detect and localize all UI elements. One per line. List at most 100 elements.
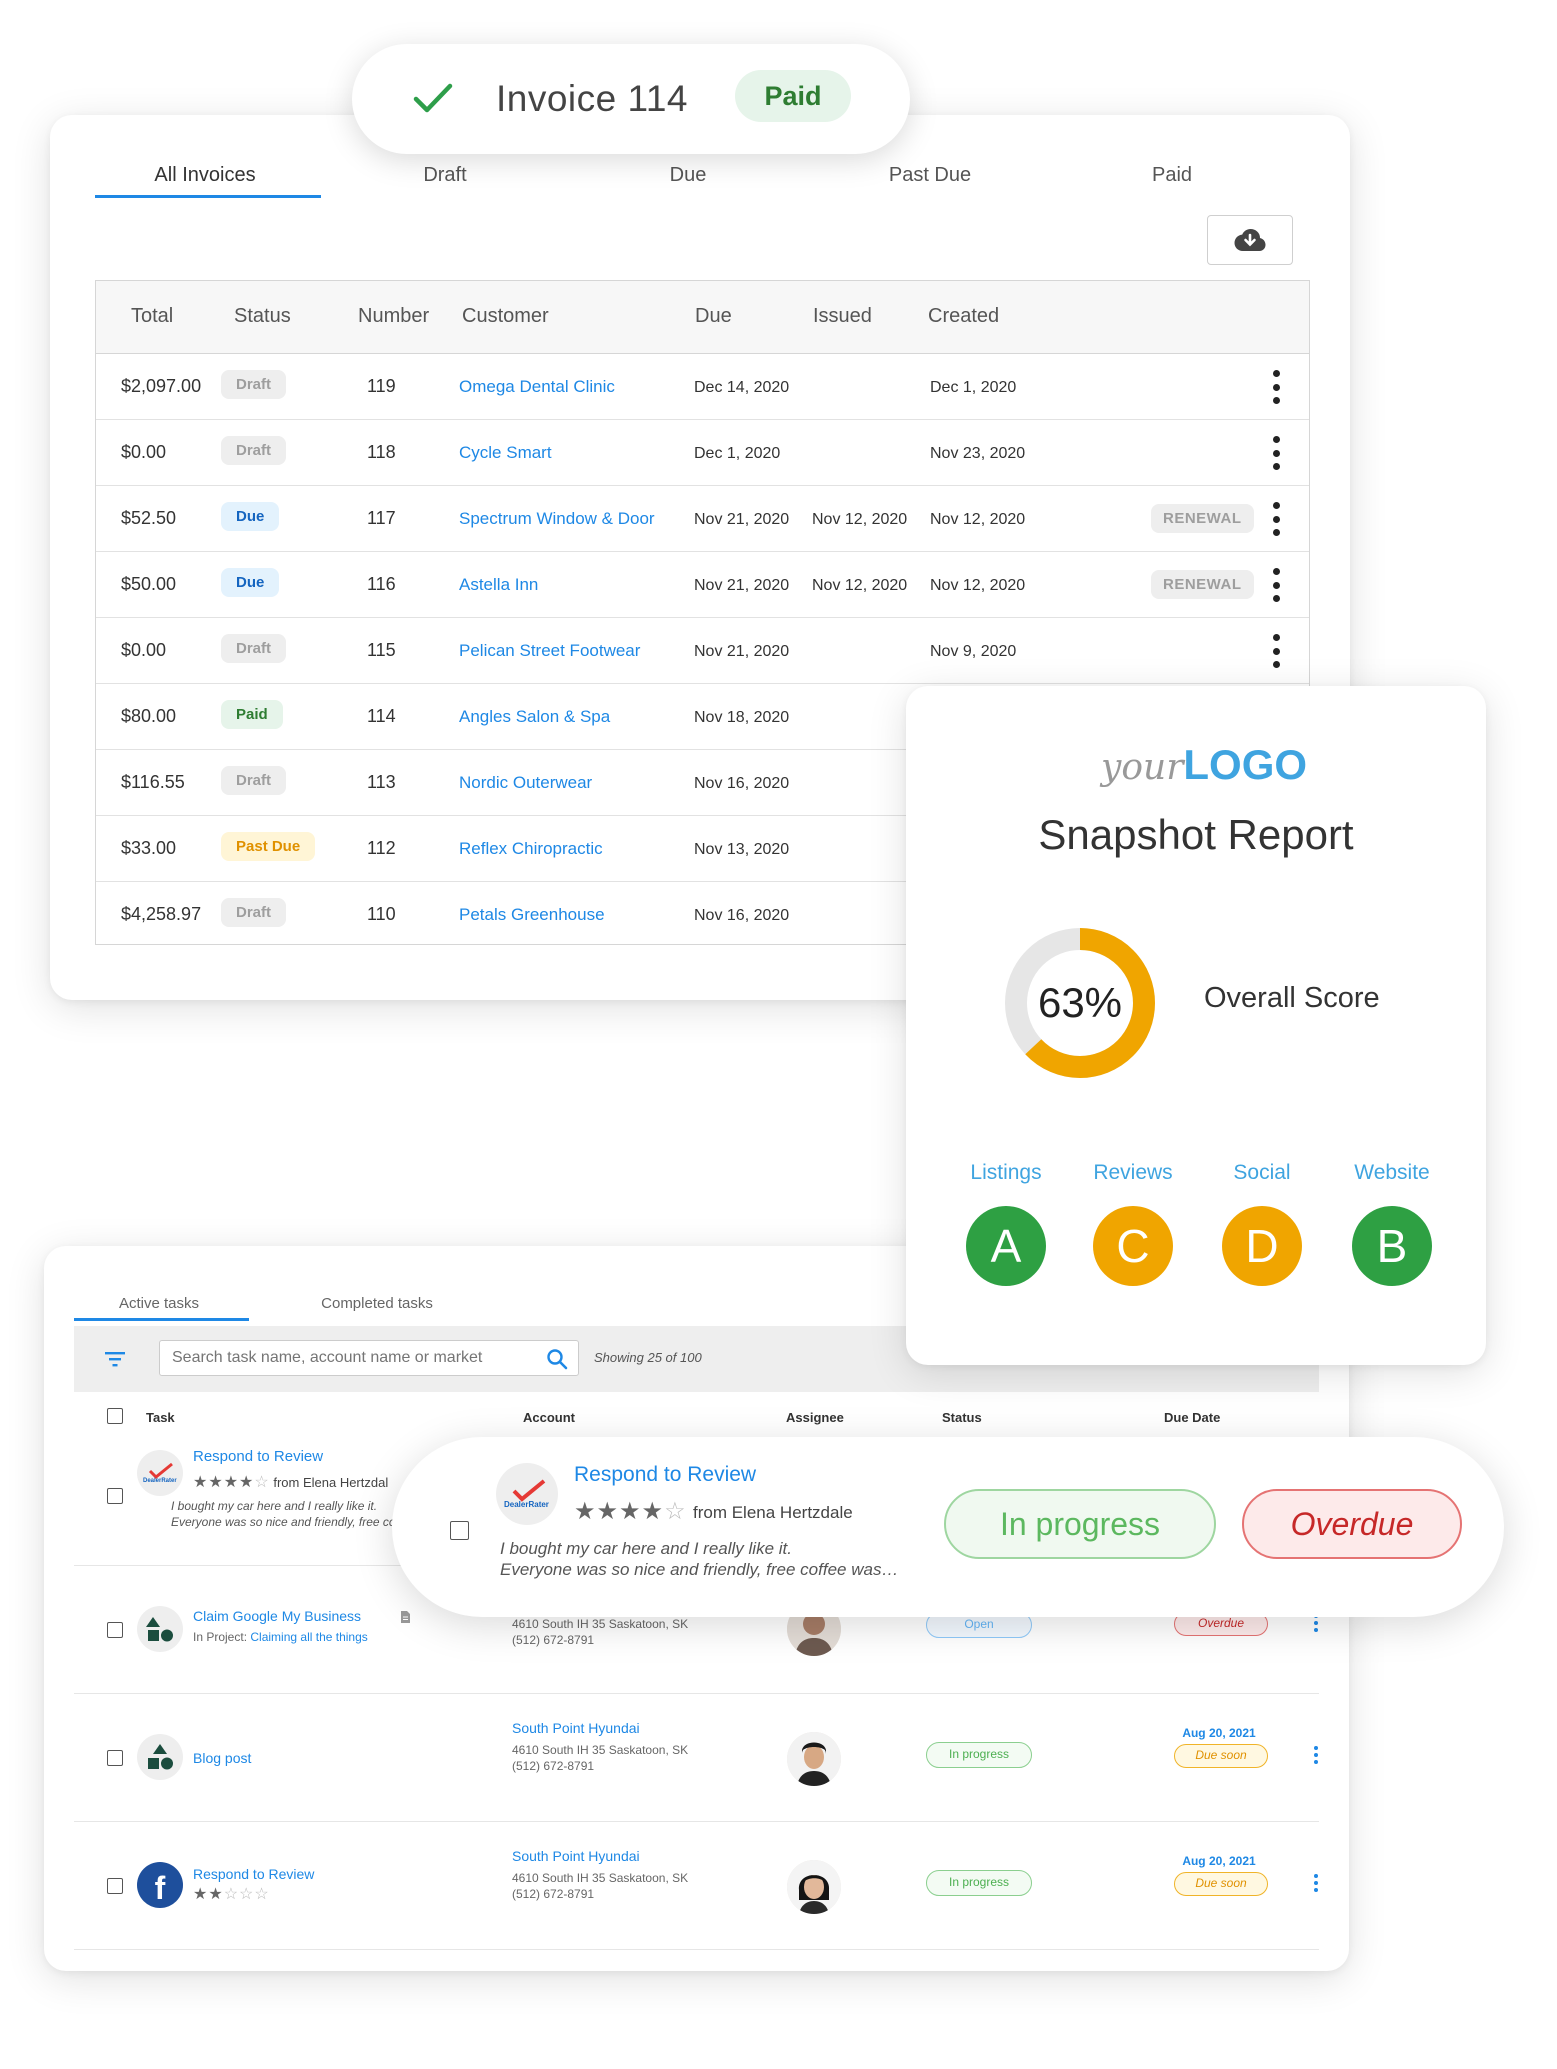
tab-past-due[interactable]: Past Due <box>820 155 1040 195</box>
header-account[interactable]: Account <box>523 1410 575 1425</box>
status-badge: Draft <box>221 898 287 927</box>
customer-link[interactable]: Omega Dental Clinic <box>459 377 615 397</box>
invoice-row[interactable]: $0.00 Draft 115 Pelican Street Footwear Nov … <box>96 618 1309 684</box>
header-status[interactable]: Status <box>942 1410 982 1425</box>
row-checkbox[interactable] <box>107 1622 123 1638</box>
customer-link[interactable]: Nordic Outerwear <box>459 773 592 793</box>
row-checkbox[interactable] <box>107 1488 123 1504</box>
invoice-number: 114 <box>367 706 396 726</box>
issued-date: Nov 12, 2020 <box>812 511 908 528</box>
row-menu-icon[interactable] <box>1271 370 1281 404</box>
grade-reviews[interactable]: C <box>1093 1206 1173 1286</box>
logo-logo: LOGO <box>1183 741 1308 788</box>
download-button[interactable] <box>1207 215 1293 265</box>
task-name[interactable]: Claim Google My Business <box>193 1608 361 1624</box>
snapshot-title: Snapshot Report <box>1038 811 1354 858</box>
customer-link[interactable]: Petals Greenhouse <box>459 905 605 925</box>
svg-text:DealerRater: DealerRater <box>143 1478 177 1484</box>
search-icon[interactable] <box>546 1348 568 1370</box>
facebook-icon: f <box>137 1862 183 1908</box>
tab-draft[interactable]: Draft <box>335 155 555 195</box>
review-quote-line2: Everyone was so nice and friendly, free … <box>171 1515 399 1529</box>
score-percent: 63% <box>1037 979 1123 1026</box>
overall-score-donut: 63% <box>1000 923 1160 1083</box>
grade-website[interactable]: B <box>1352 1206 1432 1286</box>
header-number[interactable]: Number <box>358 305 429 328</box>
invoice-number: 112 <box>367 838 396 858</box>
status-badge: Draft <box>221 436 287 465</box>
customer-link[interactable]: Pelican Street Footwear <box>459 641 640 661</box>
row-menu-icon[interactable] <box>1314 1746 1319 1764</box>
invoice-total: $52.50 <box>121 508 177 528</box>
header-assignee[interactable]: Assignee <box>786 1410 844 1425</box>
customer-link[interactable]: Reflex Chiropractic <box>459 839 603 859</box>
filter-icon[interactable] <box>104 1350 126 1368</box>
select-all-checkbox[interactable] <box>107 1408 123 1424</box>
review-quote: I bought my car here and I really like i… <box>171 1498 399 1530</box>
customer-link[interactable]: Spectrum Window & Door <box>459 509 655 529</box>
header-issued[interactable]: Issued <box>813 305 872 328</box>
header-created[interactable]: Created <box>928 305 999 328</box>
tab-paid[interactable]: Paid <box>1062 155 1282 195</box>
project-link[interactable]: Claiming all the things <box>250 1630 367 1644</box>
review-checkbox[interactable] <box>450 1521 469 1540</box>
task-row[interactable]: f Respond to Review ★★☆☆☆ South Point Hy… <box>74 1822 1319 1950</box>
customer-link[interactable]: Angles Salon & Spa <box>459 707 610 727</box>
header-total[interactable]: Total <box>131 305 173 328</box>
task-name[interactable]: Respond to Review <box>193 1448 323 1465</box>
header-status[interactable]: Status <box>234 305 291 328</box>
task-row[interactable]: Blog post South Point Hyundai 4610 South… <box>74 1694 1319 1822</box>
row-checkbox[interactable] <box>107 1878 123 1894</box>
grade-category-social[interactable]: Social <box>1212 1161 1312 1185</box>
grade-category-listings[interactable]: Listings <box>956 1161 1056 1185</box>
account-address: 4610 South IH 35 Saskatoon, SK (512) 672… <box>512 1616 688 1648</box>
customer-link[interactable]: Astella Inn <box>459 575 538 595</box>
task-search-input[interactable] <box>160 1341 535 1375</box>
row-menu-icon[interactable] <box>1271 436 1281 470</box>
invoice-row[interactable]: $52.50 Due 117 Spectrum Window & Door Nov 21… <box>96 486 1309 552</box>
overdue-badge[interactable]: Overdue <box>1242 1489 1462 1559</box>
renewal-badge: RENEWAL <box>1151 570 1254 599</box>
results-count: Showing 25 of 100 <box>594 1350 702 1365</box>
in-progress-badge[interactable]: In progress <box>944 1489 1216 1559</box>
review-title[interactable]: Respond to Review <box>574 1463 756 1487</box>
review-author: from Elena Hertzdal <box>273 1475 389 1490</box>
task-name[interactable]: Blog post <box>193 1750 251 1766</box>
customer-link[interactable]: Cycle Smart <box>459 443 552 463</box>
row-checkbox[interactable] <box>107 1750 123 1766</box>
invoice-total: $0.00 <box>121 640 167 660</box>
invoice-row[interactable]: $0.00 Draft 118 Cycle Smart Dec 1, 2020 Nov 2… <box>96 420 1309 486</box>
check-icon <box>413 83 453 113</box>
invoice-row[interactable]: $50.00 Due 116 Astella Inn Nov 21, 2020 Nov 1… <box>96 552 1309 618</box>
header-task[interactable]: Task <box>146 1410 175 1425</box>
grade-category-website[interactable]: Website <box>1342 1161 1442 1185</box>
row-menu-icon[interactable] <box>1271 568 1281 602</box>
task-name[interactable]: Respond to Review <box>193 1866 314 1882</box>
grade-category-reviews[interactable]: Reviews <box>1083 1161 1183 1185</box>
tab-completed-tasks[interactable]: Completed tasks <box>292 1292 462 1316</box>
due-date: Dec 1, 2020 <box>694 445 781 462</box>
invoice-row[interactable]: $2,097.00 Draft 119 Omega Dental Clinic Dec … <box>96 354 1309 420</box>
header-due[interactable]: Due <box>695 305 732 328</box>
project-prefix: In Project: <box>193 1630 248 1644</box>
dealerrater-icon: DealerRater <box>496 1463 558 1525</box>
tab-active-tasks[interactable]: Active tasks <box>74 1292 244 1316</box>
due-status-badge: Due soon <box>1174 1744 1268 1768</box>
status-badge: Paid <box>221 700 283 729</box>
due-date: Aug 20, 2021 <box>1182 1854 1256 1868</box>
header-customer[interactable]: Customer <box>462 305 549 328</box>
review-quote: I bought my car here and I really like i… <box>500 1538 898 1580</box>
account-address: 4610 South IH 35 Saskatoon, SK (512) 672… <box>512 1870 688 1902</box>
review-task-card[interactable]: DealerRater Respond to Review ★★★★☆ from… <box>392 1437 1504 1617</box>
tab-due[interactable]: Due <box>578 155 798 195</box>
header-due-date[interactable]: Due Date <box>1164 1410 1220 1425</box>
grade-social[interactable]: D <box>1222 1206 1302 1286</box>
due-date: Nov 16, 2020 <box>694 775 790 792</box>
row-menu-icon[interactable] <box>1271 502 1281 536</box>
tab-all-invoices[interactable]: All Invoices <box>95 155 315 195</box>
account-name[interactable]: South Point Hyundai <box>512 1720 640 1736</box>
account-name[interactable]: South Point Hyundai <box>512 1848 640 1864</box>
row-menu-icon[interactable] <box>1314 1874 1319 1892</box>
grade-listings[interactable]: A <box>966 1206 1046 1286</box>
row-menu-icon[interactable] <box>1271 634 1281 668</box>
